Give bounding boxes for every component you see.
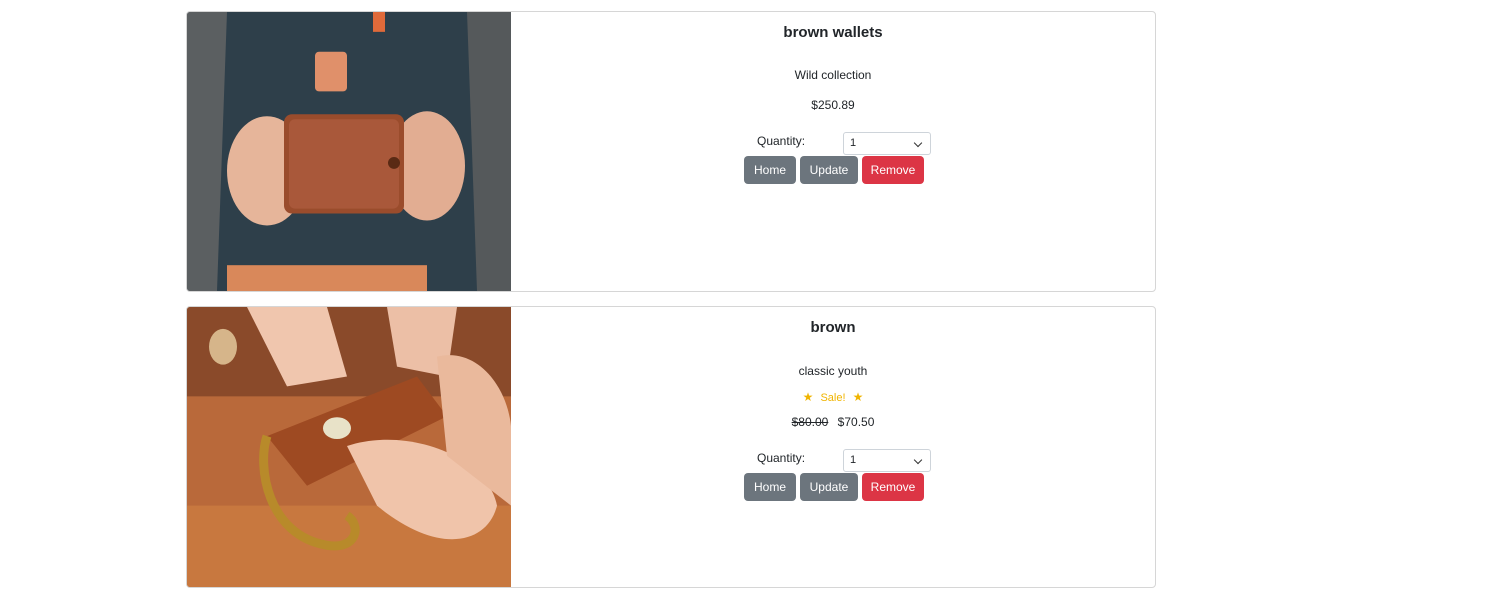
cart-item-body: brown wallets Wild collection $250.89 Qu… <box>511 12 1155 291</box>
product-description: Wild collection <box>794 68 872 82</box>
product-price-row: $80.00 $70.50 <box>511 415 1155 429</box>
remove-button[interactable]: Remove <box>862 473 924 501</box>
home-button[interactable]: Home <box>744 473 796 501</box>
home-button[interactable]: Home <box>744 156 796 184</box>
product-price: $250.89 <box>811 98 855 112</box>
chevron-down-icon <box>913 138 923 148</box>
cart-item-body: brown classic youth ★ Sale! ★ $80.00 $70… <box>511 307 1155 587</box>
original-price: $80.00 <box>791 415 829 429</box>
sale-price: $70.50 <box>837 415 875 429</box>
star-icon: ★ <box>802 390 814 404</box>
star-icon: ★ <box>852 390 864 404</box>
quantity-select-value: 1 <box>850 137 857 149</box>
product-title: brown wallets <box>783 24 883 41</box>
quantity-select[interactable]: 1 <box>843 132 931 155</box>
quantity-label: Quantity: <box>757 134 806 148</box>
sale-label: Sale! <box>820 392 846 404</box>
product-image-belt <box>187 307 511 587</box>
quantity-select-value: 1 <box>850 454 857 466</box>
product-description: classic youth <box>798 364 868 378</box>
remove-button[interactable]: Remove <box>862 156 924 184</box>
update-button[interactable]: Update <box>800 473 858 501</box>
cart-item-card: brown classic youth ★ Sale! ★ $80.00 $70… <box>186 306 1156 588</box>
chevron-down-icon <box>913 455 923 465</box>
quantity-label: Quantity: <box>757 451 806 465</box>
quantity-select[interactable]: 1 <box>843 449 931 472</box>
sale-badge: ★ Sale! ★ <box>511 390 1155 404</box>
product-title: brown <box>810 319 856 336</box>
update-button[interactable]: Update <box>800 156 858 184</box>
cart-item-card: brown wallets Wild collection $250.89 Qu… <box>186 11 1156 292</box>
product-image-wallet <box>187 12 511 291</box>
